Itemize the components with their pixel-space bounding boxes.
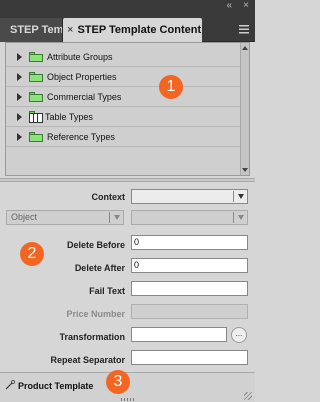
close-panel-icon[interactable]: × [243, 1, 249, 11]
expand-arrow-icon[interactable] [17, 112, 22, 121]
scroll-up-arrow-icon[interactable] [242, 46, 248, 50]
context-label: Context [91, 192, 126, 202]
panel-splitter[interactable] [0, 178, 255, 182]
folder-icon [29, 131, 43, 142]
callout-badge-3: 3 [106, 370, 130, 394]
tree-item-label: Attribute Groups [47, 51, 113, 62]
dropdown-separator [233, 191, 234, 202]
scroll-down-arrow-icon[interactable] [242, 168, 248, 172]
object-type-dropdown[interactable]: Object [6, 210, 124, 225]
window-top-strip: « × [0, 0, 255, 14]
expand-arrow-icon[interactable] [17, 132, 22, 141]
resize-grip[interactable] [121, 398, 135, 401]
chevron-down-icon [238, 215, 244, 220]
double-chevron-left-icon[interactable]: « [226, 1, 232, 11]
delete-before-input[interactable]: 0 [131, 235, 248, 250]
folder-icon [29, 71, 43, 82]
price-number-label: Price Number [66, 309, 125, 319]
folder-icon [29, 91, 43, 102]
tab-label: STEP Tem [10, 24, 63, 36]
transformation-browse-button[interactable]: ... [231, 327, 247, 343]
panel-menu-icon[interactable] [239, 25, 249, 34]
repeat-separator-input[interactable] [131, 350, 248, 365]
magic-wand-icon [5, 380, 15, 390]
tree-item-label: Reference Types [47, 131, 115, 142]
tab-step-template-content[interactable]: × STEP Template Content [63, 18, 202, 42]
repeat-separator-label: Repeat Separator [50, 355, 125, 365]
tree-item-attribute-groups[interactable]: Attribute Groups [6, 47, 241, 67]
tree-scrollbar[interactable] [240, 43, 249, 175]
statusbar-label: Product Template [18, 381, 94, 391]
tree-item-table-types[interactable]: Table Types [6, 107, 241, 127]
delete-after-input[interactable]: 0 [131, 258, 248, 273]
delete-before-label: Delete Before [66, 240, 125, 250]
expand-arrow-icon[interactable] [17, 92, 22, 101]
template-content-tree: Attribute Groups Object Properties Comme… [5, 42, 250, 176]
tree-item-label: Object Properties [47, 71, 117, 82]
chevron-down-icon [114, 215, 120, 220]
tree-item-object-properties[interactable]: Object Properties [6, 67, 241, 87]
tab-label: STEP Template Content [77, 24, 202, 36]
resize-corner-icon[interactable] [244, 392, 252, 400]
object-subtype-dropdown[interactable] [131, 210, 248, 225]
expand-arrow-icon[interactable] [17, 52, 22, 61]
context-dropdown[interactable] [131, 189, 248, 204]
price-number-input [131, 304, 248, 319]
object-type-value: Object [11, 212, 38, 222]
callout-badge-1: 1 [159, 75, 183, 99]
fail-text-input[interactable] [131, 281, 248, 296]
tab-bar: STEP Tem × STEP Template Content [0, 14, 255, 42]
transformation-label: Transformation [59, 332, 125, 342]
folder-icon [29, 51, 43, 62]
tree-item-label: Commercial Types [47, 91, 122, 102]
delete-after-label: Delete After [74, 263, 125, 273]
transformation-input[interactable] [131, 327, 227, 342]
table-folder-icon [29, 110, 43, 123]
dropdown-separator [233, 212, 234, 223]
chevron-down-icon [238, 194, 244, 199]
tree-item-reference-types[interactable]: Reference Types [6, 127, 241, 147]
fail-text-label: Fail Text [89, 286, 125, 296]
tree-item-commercial-types[interactable]: Commercial Types [6, 87, 241, 107]
dropdown-separator [109, 212, 110, 223]
tab-close-icon[interactable]: × [67, 24, 73, 36]
callout-badge-2: 2 [20, 242, 44, 266]
tab-step-templates[interactable]: STEP Tem [0, 18, 63, 42]
expand-arrow-icon[interactable] [17, 72, 22, 81]
tree-item-label: Table Types [45, 111, 93, 122]
